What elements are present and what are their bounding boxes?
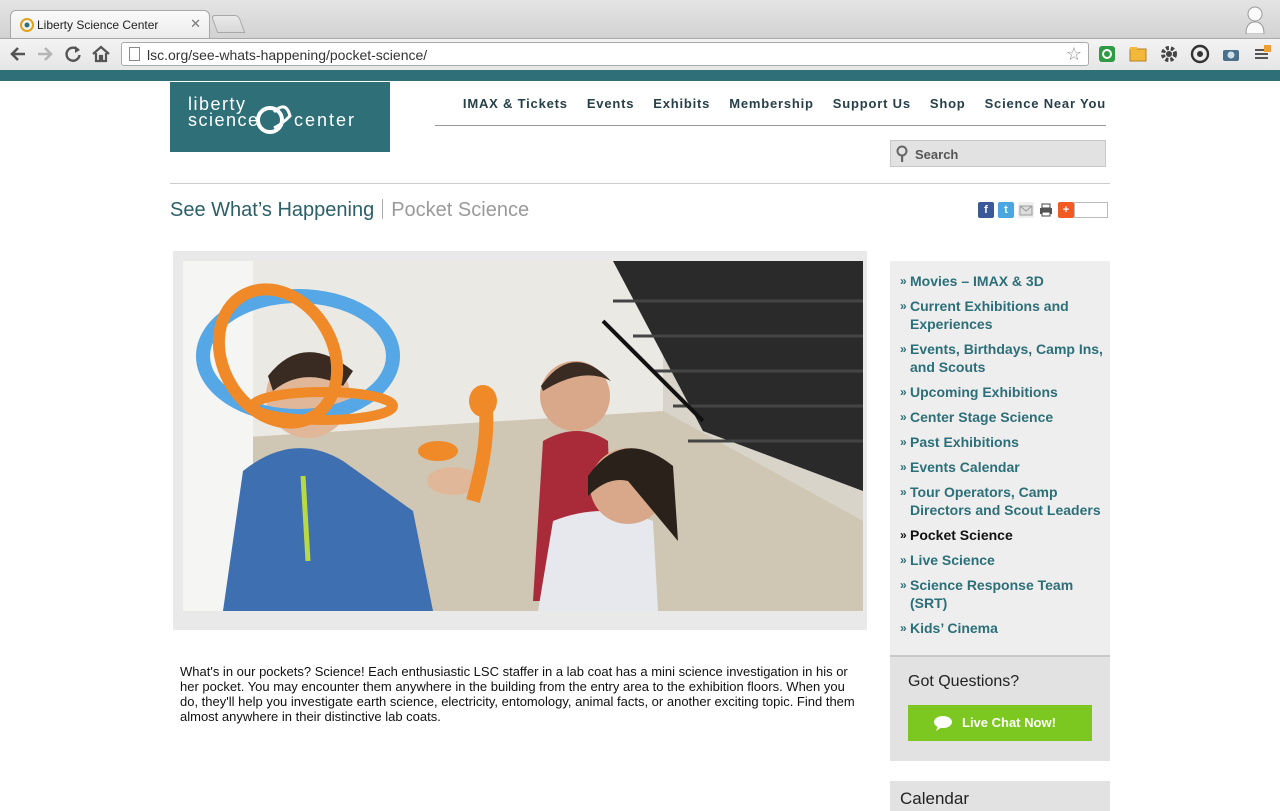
nav-item-exhibits[interactable]: Exhibits (653, 96, 710, 125)
extension-green-icon[interactable] (1097, 44, 1117, 64)
reload-icon[interactable] (63, 44, 83, 64)
sidebar-item-label: Upcoming Exhibitions (910, 384, 1058, 400)
nav-item-events[interactable]: Events (587, 96, 634, 125)
tab-title: Liberty Science Center (37, 18, 159, 32)
sidebar-item-label: Kids’ Cinema (910, 620, 998, 636)
lsc-logo-mark-icon: liberty science center (188, 94, 356, 134)
got-questions-title: Got Questions? (908, 673, 1020, 690)
logo-text-center: center (294, 110, 356, 130)
sidebar-item-label: Past Exhibitions (910, 434, 1019, 450)
sidebar-item-label: Events Calendar (910, 459, 1020, 475)
sidebar-item-label: Current Exhibitions and Experiences (910, 298, 1069, 332)
page-icon (129, 47, 140, 61)
chevron-right-icon: » (900, 621, 907, 635)
sidebar-item-upcoming-exhibitions[interactable]: » Upcoming Exhibitions (890, 383, 1110, 401)
chat-bubble-icon (934, 716, 952, 731)
calendar-panel: Calendar (890, 781, 1110, 811)
sidebar-item-movies-imax-3d[interactable]: » Movies – IMAX & 3D (890, 272, 1110, 290)
addthis-icon[interactable]: + (1058, 202, 1074, 218)
extension-gear-icon[interactable] (1159, 44, 1179, 64)
chevron-right-icon: » (900, 553, 907, 567)
chevron-right-icon: » (900, 435, 907, 449)
logo-text-science: science (188, 110, 260, 130)
email-icon[interactable] (1018, 202, 1034, 218)
calendar-title: Calendar (900, 789, 969, 808)
sidebar-item-label: Events, Birthdays, Camp Ins, and Scouts (910, 341, 1103, 375)
sidebar-item-live-science[interactable]: » Live Science (890, 551, 1110, 569)
site-top-strip (0, 70, 1280, 81)
sidebar-item-label: Pocket Science (910, 527, 1013, 543)
page-title: Pocket Science (391, 199, 530, 221)
share-toolbar: f t + (978, 202, 1108, 218)
chevron-right-icon: » (900, 578, 907, 592)
sidebar-item-center-stage-science[interactable]: » Center Stage Science (890, 408, 1110, 426)
sidebar-item-label: Center Stage Science (910, 409, 1054, 425)
forward-arrow-icon[interactable] (35, 44, 55, 64)
print-icon[interactable] (1038, 202, 1054, 218)
chevron-right-icon: » (900, 485, 907, 499)
sidebar-item-label: Science Response Team (SRT) (910, 577, 1074, 611)
facebook-icon[interactable]: f (978, 202, 994, 218)
bookmark-star-icon[interactable]: ☆ (1066, 44, 1082, 65)
live-chat-label: Live Chat Now! (962, 715, 1056, 730)
chevron-right-icon: » (900, 528, 907, 542)
menu-wrench-icon[interactable] (1252, 44, 1272, 64)
chevron-right-icon: » (900, 299, 907, 313)
live-chat-button[interactable]: Live Chat Now! (908, 705, 1092, 741)
breadcrumb: See What’s Happening Pocket Science (170, 199, 529, 222)
search-box[interactable] (890, 140, 1106, 167)
sidebar-item-label: Tour Operators, Camp Directors and Scout… (910, 484, 1101, 518)
chevron-right-icon: » (900, 385, 907, 399)
twitter-icon[interactable]: t (998, 202, 1014, 218)
address-bar[interactable]: lsc.org/see-whats-happening/pocket-scien… (121, 42, 1089, 66)
sidebar-item-past-exhibitions[interactable]: » Past Exhibitions (890, 433, 1110, 451)
sidebar-item-events-birthdays-camp-ins-and-scouts[interactable]: » Events, Birthdays, Camp Ins, and Scouts (890, 340, 1110, 376)
nav-item-membership[interactable]: Membership (729, 96, 814, 125)
sidebar-item-tour-operators-camp-directors-and-scout-leaders[interactable]: » Tour Operators, Camp Directors and Scou… (890, 483, 1110, 519)
chevron-right-icon: » (900, 274, 907, 288)
nav-item-imax-tickets[interactable]: IMAX & Tickets (463, 96, 568, 125)
sidebar-item-pocket-science[interactable]: » Pocket Science (890, 526, 1110, 544)
search-input[interactable] (915, 144, 1095, 164)
home-icon[interactable] (91, 44, 111, 64)
header-divider (170, 183, 1110, 184)
lsc-logo[interactable]: liberty science center (170, 82, 390, 152)
share-count-box (1074, 202, 1108, 218)
got-questions-panel: Got Questions? Live Chat Now! (890, 657, 1110, 761)
breadcrumb-section-link[interactable]: See What’s Happening (170, 199, 374, 221)
sidebar-item-current-exhibitions-and-experiences[interactable]: » Current Exhibitions and Experiences (890, 297, 1110, 333)
chevron-right-icon: » (900, 342, 907, 356)
tab-close-icon[interactable]: ✕ (190, 16, 201, 32)
extension-camera-icon[interactable] (1221, 44, 1241, 64)
sidebar-item-science-response-team-srt[interactable]: » Science Response Team (SRT) (890, 576, 1110, 612)
url-text[interactable]: lsc.org/see-whats-happening/pocket-scien… (147, 47, 427, 63)
article-body: What's in our pockets? Science! Each ent… (180, 664, 855, 724)
nav-item-science-near-you[interactable]: Science Near You (985, 96, 1106, 125)
chevron-right-icon: » (900, 410, 907, 424)
sidebar-navigation: » Movies – IMAX & 3D» Current Exhibitions … (890, 261, 1110, 655)
sidebar-item-label: Live Science (910, 552, 995, 568)
profile-avatar-icon[interactable] (1244, 4, 1266, 34)
back-arrow-icon[interactable] (8, 44, 28, 64)
search-icon[interactable] (895, 145, 911, 163)
sidebar-item-label: Movies – IMAX & 3D (910, 273, 1044, 289)
sidebar-item-kids-cinema[interactable]: » Kids’ Cinema (890, 619, 1110, 637)
breadcrumb-divider (382, 199, 384, 219)
browser-tab-strip: Liberty Science Center ✕ (0, 0, 1280, 38)
hero-photo (183, 261, 863, 611)
nav-item-support-us[interactable]: Support Us (833, 96, 911, 125)
chevron-right-icon: » (900, 460, 907, 474)
sidebar-item-events-calendar[interactable]: » Events Calendar (890, 458, 1110, 476)
new-tab-button[interactable] (210, 15, 246, 33)
extension-circle-icon[interactable] (1190, 44, 1210, 64)
browser-tab[interactable]: Liberty Science Center ✕ (10, 10, 210, 38)
extension-folder-icon[interactable] (1128, 44, 1148, 64)
main-navigation: IMAX & Tickets Events Exhibits Membership Su… (435, 96, 1106, 126)
lsc-favicon-icon (20, 18, 34, 32)
nav-item-shop[interactable]: Shop (930, 96, 966, 125)
